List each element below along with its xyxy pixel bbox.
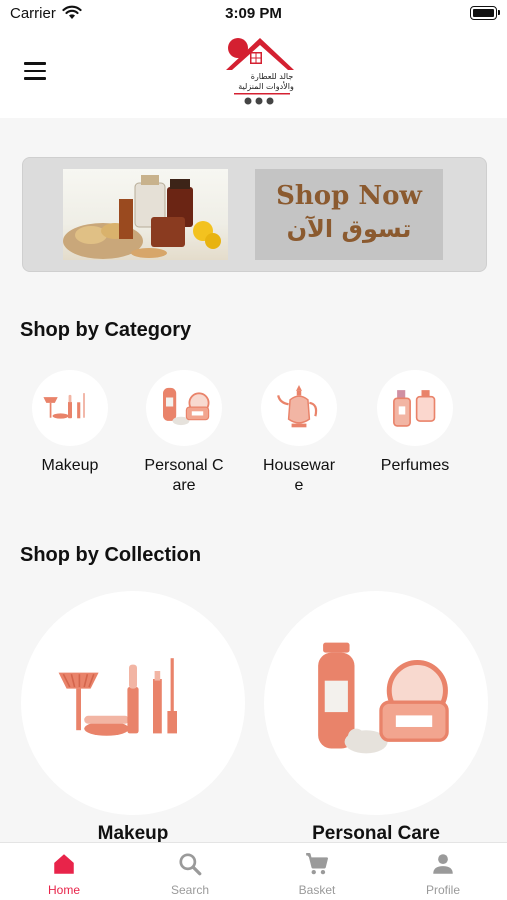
category-label: Makeup	[41, 457, 99, 474]
category-circle	[261, 370, 337, 446]
shop-now-text-en: Shop Now	[276, 181, 422, 211]
tab-label: Home	[47, 883, 80, 897]
collection-section-title: Shop by Collection	[20, 544, 202, 566]
logo-text-line2: والأدوات المنزلية	[238, 81, 294, 91]
personal-care-icon	[318, 642, 449, 754]
shop-now-button[interactable]: Shop Now تسوق الآن	[255, 169, 443, 260]
person-icon	[433, 854, 453, 874]
category-perfumes[interactable]: Perfumes	[359, 370, 471, 476]
tab-label: Search	[170, 883, 210, 897]
category-houseware[interactable]: Houseware	[243, 370, 355, 496]
teapot-icon	[277, 384, 318, 428]
category-circle	[146, 370, 222, 446]
shop-now-banner[interactable]: Shop Now تسوق الآن	[22, 157, 487, 272]
tab-basket[interactable]: Basket	[267, 851, 367, 897]
app-header: جالد للعطارة والأدوات المنزلية	[0, 28, 507, 118]
logo-text-line1: جالد للعطارة	[251, 72, 294, 81]
tab-label: Basket	[298, 883, 336, 897]
tab-profile[interactable]: Profile	[393, 851, 493, 897]
store-logo[interactable]: جالد للعطارة والأدوات المنزلية	[220, 32, 300, 110]
home-icon	[54, 854, 74, 874]
collection-personal-care[interactable]	[264, 591, 488, 815]
menu-icon[interactable]	[24, 62, 46, 80]
category-section-title: Shop by Category	[20, 319, 192, 341]
category-makeup[interactable]: Makeup	[14, 370, 126, 476]
category-circle	[32, 370, 108, 446]
bottom-tab-bar: Home Search Basket Profile	[0, 842, 507, 900]
category-label: Perfumes	[380, 457, 450, 474]
search-icon	[179, 853, 202, 876]
tab-search[interactable]: Search	[140, 851, 240, 897]
makeup-icon	[43, 393, 85, 419]
tab-home[interactable]: Home	[14, 851, 114, 897]
banner-spices-photo	[63, 169, 228, 260]
status-bar: Carrier 3:09 PM	[0, 0, 507, 28]
shop-now-text-ar: تسوق الآن	[286, 215, 412, 243]
cart-icon	[306, 853, 328, 875]
clock: 3:09 PM	[225, 5, 282, 22]
collection-makeup[interactable]	[21, 591, 245, 815]
makeup-icon	[58, 658, 177, 736]
personal-care-icon	[163, 387, 210, 426]
category-circle	[377, 370, 453, 446]
perfume-icon	[393, 390, 436, 427]
battery-icon	[470, 6, 500, 20]
category-label: Houseware	[262, 457, 336, 494]
category-label: Personal Care	[144, 457, 224, 494]
tab-label: Profile	[425, 883, 460, 897]
category-personal-care[interactable]: Personal Care	[128, 370, 240, 496]
